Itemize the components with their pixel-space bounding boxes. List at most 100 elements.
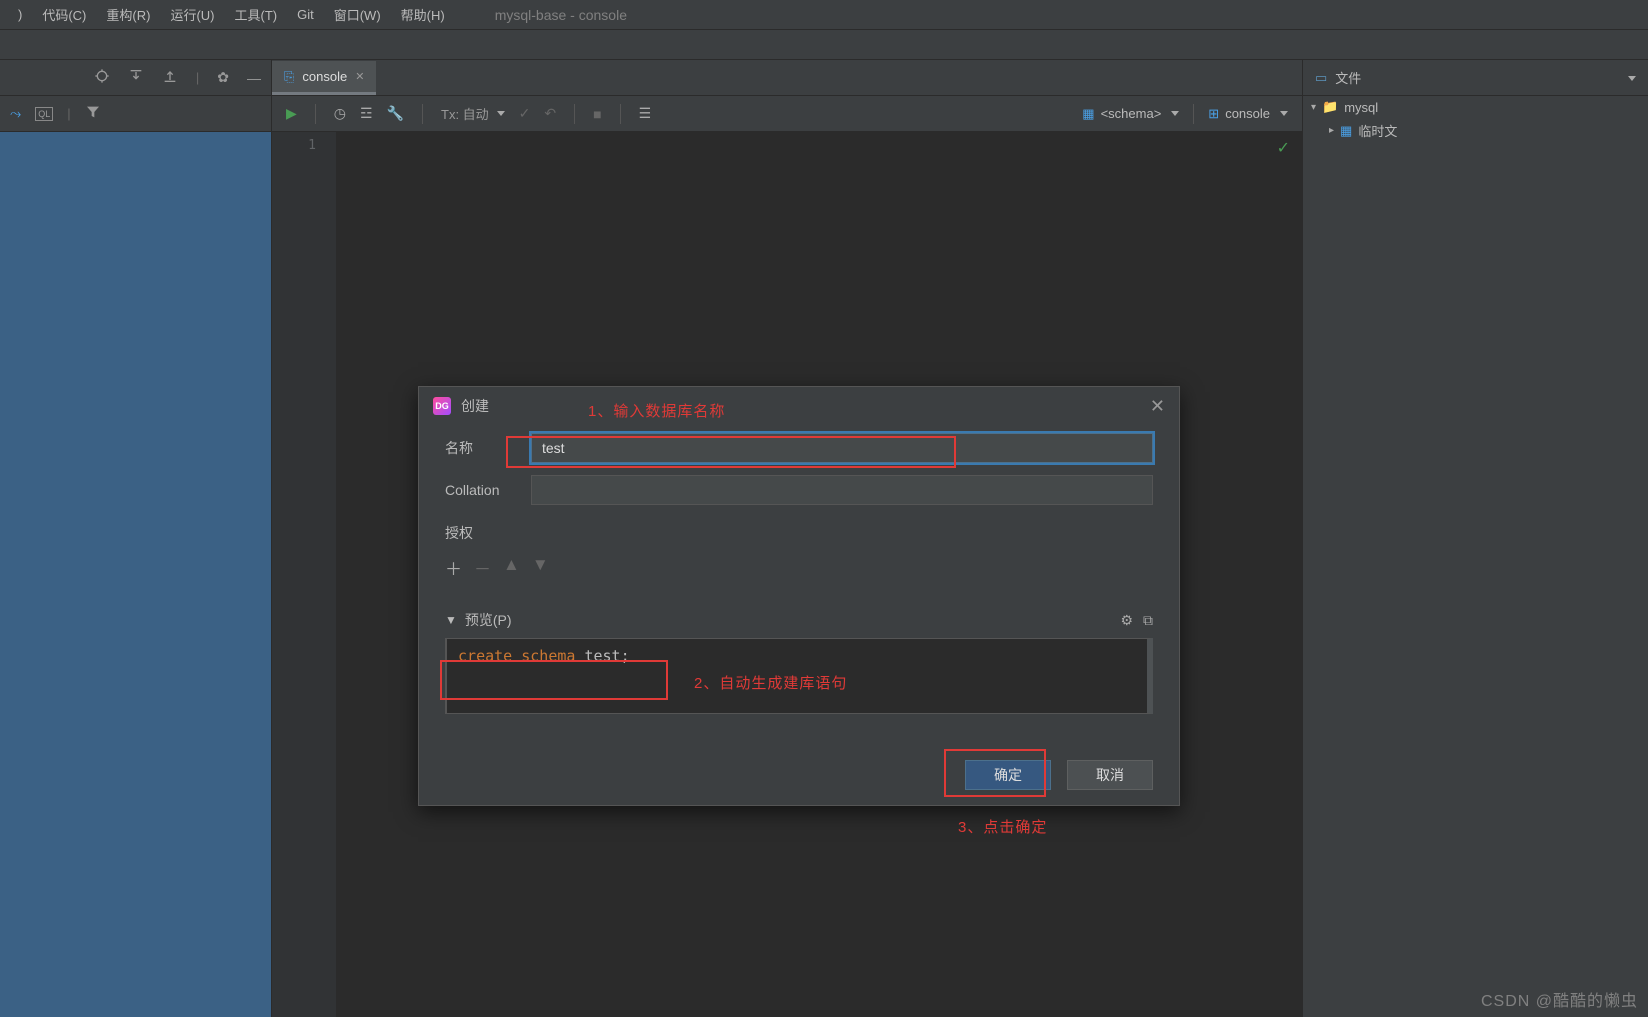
left-toolbar-sep-2: | [67, 106, 70, 121]
datagrip-icon: DG [433, 397, 451, 415]
right-panel-header: ▭ 文件 [1303, 60, 1648, 96]
folder-icon: 📁 [1322, 99, 1338, 115]
dialog-body: 名称 Collation 授权 ＋ － ▲ ▼ ▼ 预览(P) ⚙ ⧉ crea… [419, 425, 1179, 745]
console-selector[interactable]: ⊞ console [1208, 106, 1288, 122]
left-sidebar-content [0, 132, 271, 1017]
minimize-icon[interactable]: — [247, 70, 261, 86]
breadcrumb-bar [0, 30, 1648, 60]
up-icon[interactable]: ▲ [503, 555, 520, 580]
run-icon[interactable]: ▶ [286, 105, 297, 122]
tab-label: console [302, 69, 347, 84]
chevron-right-icon: ▸ [1329, 125, 1334, 136]
dialog-header[interactable]: DG 创建 ✕ [419, 387, 1179, 425]
main-menu-bar: ) 代码(C) 重构(R) 运行(U) 工具(T) Git 窗口(W) 帮助(H… [0, 0, 1648, 30]
grants-toolbar: ＋ － ▲ ▼ [445, 549, 1153, 586]
files-dropdown-icon[interactable] [1624, 70, 1636, 85]
schema-icon: ▦ [1082, 106, 1094, 122]
files-label: 文件 [1335, 68, 1361, 87]
dialog-title: 创建 [461, 396, 489, 416]
line-number-1: 1 [272, 138, 316, 153]
sql-keyword: schema [521, 647, 575, 665]
filter-icon[interactable] [85, 104, 101, 123]
left-toolbar-bottom: ⤳ QL | [0, 96, 271, 132]
name-row: 名称 [445, 433, 1153, 463]
scratch-icon: ▦ [1340, 123, 1352, 139]
separator [1193, 104, 1194, 124]
files-icon: ▭ [1315, 70, 1327, 86]
dialog-footer: 确定 取消 [419, 745, 1179, 805]
sql-identifier: test; [584, 647, 629, 665]
remove-icon[interactable]: － [474, 555, 491, 580]
open-editor-icon[interactable]: ⧉ [1143, 612, 1153, 629]
expand-icon[interactable] [128, 68, 144, 87]
editor-tab-bar: ⎘ console ✕ [272, 60, 1302, 96]
wrench-icon[interactable]: 🔧 [387, 105, 404, 122]
collapse-icon[interactable] [162, 68, 178, 87]
menu-refactor[interactable]: 重构(R) [96, 1, 160, 28]
editor-gutter: 1 [272, 132, 336, 1017]
close-icon[interactable]: ✕ [1150, 396, 1165, 417]
tree-root-label: mysql [1344, 100, 1378, 115]
chevron-down-icon: ▼ [445, 613, 457, 627]
commit-icon[interactable]: ✓ [519, 105, 531, 122]
annotation-text-1: 1、输入数据库名称 [588, 400, 725, 421]
left-toolbar-sep: | [196, 70, 199, 85]
inspection-ok-icon[interactable]: ✓ [1277, 138, 1290, 158]
target-icon[interactable] [94, 68, 110, 87]
tree-root-item[interactable]: ▾ 📁 mysql [1303, 96, 1648, 118]
right-panel: ▭ 文件 ▾ 📁 mysql ▸ ▦ 临时文 [1302, 60, 1648, 1017]
down-icon[interactable]: ▼ [532, 555, 549, 580]
schema-selector[interactable]: ▦ <schema> [1082, 106, 1179, 122]
ok-button[interactable]: 确定 [965, 760, 1051, 790]
tx-mode-selector[interactable]: Tx: 自动 [441, 104, 505, 123]
preview-header[interactable]: ▼ 预览(P) ⚙ ⧉ [445, 610, 1153, 630]
menu-git[interactable]: Git [287, 3, 324, 26]
explain-icon[interactable]: ☲ [360, 105, 373, 122]
separator [315, 104, 316, 124]
separator [620, 104, 621, 124]
tab-console[interactable]: ⎘ console ✕ [272, 61, 376, 95]
chevron-down-icon: ▾ [1311, 102, 1316, 113]
menu-run[interactable]: 运行(U) [160, 1, 224, 28]
menu-window[interactable]: 窗口(W) [324, 1, 391, 28]
rollback-icon[interactable]: ↶ [544, 105, 556, 122]
close-icon[interactable]: ✕ [355, 70, 364, 83]
menu-truncated[interactable]: ) [8, 3, 32, 26]
menu-tools[interactable]: 工具(T) [224, 1, 287, 28]
window-title: mysql-base - console [495, 7, 627, 23]
sql-keyword: create [458, 647, 512, 665]
name-input[interactable] [531, 433, 1153, 463]
collation-input[interactable] [531, 475, 1153, 505]
watermark: CSDN @酷酷的懒虫 [1481, 987, 1638, 1011]
console-label: console [1225, 106, 1270, 121]
preview-label: 预览(P) [465, 610, 512, 630]
schema-label: <schema> [1101, 106, 1162, 121]
sql-icon[interactable]: QL [35, 107, 53, 121]
annotation-text-3: 3、点击确定 [958, 816, 1047, 837]
tree-temp-item[interactable]: ▸ ▦ 临时文 [1303, 118, 1648, 143]
settings-icon[interactable]: ✿ [217, 69, 229, 86]
collation-label: Collation [445, 482, 515, 498]
grants-label: 授权 [445, 523, 1153, 543]
editor-toolbar: ▶ ◷ ☲ 🔧 Tx: 自动 ✓ ↶ ■ ☰ ▦ <schema> ⊞ cons [272, 96, 1302, 132]
left-toolbar-top: | ✿ — [0, 60, 271, 96]
name-label: 名称 [445, 438, 515, 458]
separator [422, 104, 423, 124]
stop-icon[interactable]: ■ [593, 106, 601, 122]
add-icon[interactable]: ＋ [445, 555, 462, 580]
history-icon[interactable]: ◷ [334, 105, 346, 122]
annotation-text-2: 2、自动生成建库语句 [694, 672, 847, 693]
left-panel: | ✿ — ⤳ QL | [0, 60, 272, 1017]
menu-help[interactable]: 帮助(H) [391, 1, 455, 28]
separator [574, 104, 575, 124]
sync-icon[interactable]: ⤳ [10, 105, 21, 122]
cancel-button[interactable]: 取消 [1067, 760, 1153, 790]
tree-temp-label: 临时文 [1358, 121, 1397, 140]
collation-row: Collation [445, 475, 1153, 505]
sql-file-icon: ⎘ [284, 69, 294, 85]
settings-icon[interactable]: ☰ [639, 105, 652, 122]
menu-code[interactable]: 代码(C) [32, 1, 96, 28]
create-schema-dialog: DG 创建 ✕ 名称 Collation 授权 ＋ － ▲ ▼ ▼ 预览(P) … [418, 386, 1180, 806]
console-icon: ⊞ [1208, 106, 1219, 122]
gear-icon[interactable]: ⚙ [1120, 612, 1133, 629]
